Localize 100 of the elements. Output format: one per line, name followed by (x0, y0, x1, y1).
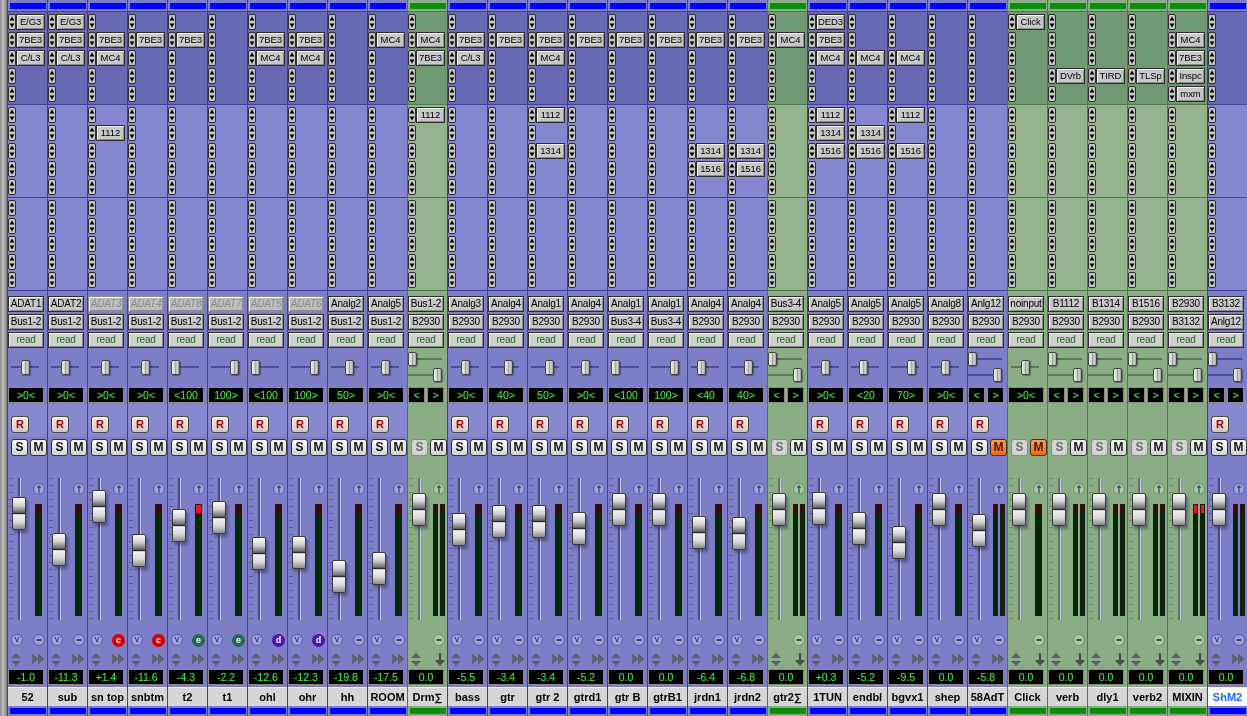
input-selector[interactable]: Analg3 (448, 296, 484, 312)
voice-selector[interactable]: v (1211, 634, 1223, 646)
pan-knob[interactable] (858, 359, 868, 375)
fader-knob[interactable] (852, 511, 866, 545)
output-selector[interactable]: Bus1-2 (8, 314, 44, 330)
pan-slider[interactable] (1168, 368, 1202, 382)
automation-mode-button[interactable]: read (88, 332, 124, 348)
output-selector[interactable]: Bus1-2 (88, 314, 124, 330)
down-arrow-icon[interactable] (1155, 653, 1165, 666)
input-selector[interactable]: Analg4 (688, 296, 724, 312)
fader-knob[interactable] (252, 536, 266, 570)
down-arrow-icon[interactable] (1075, 653, 1085, 666)
insert-button[interactable]: 7BE3 (816, 32, 845, 48)
mute-button[interactable]: M (190, 439, 207, 456)
pan-knob[interactable] (1113, 368, 1122, 382)
solo-button[interactable]: S (491, 439, 508, 456)
pan-knob[interactable] (251, 359, 260, 375)
insert-button[interactable]: MC4 (896, 50, 925, 66)
solo-button[interactable]: S (531, 439, 548, 456)
output-selector[interactable]: Anlg12 (1208, 314, 1244, 330)
insert-button[interactable]: 7BE3 (256, 32, 285, 48)
track-name[interactable]: gtr (488, 687, 527, 706)
record-button[interactable]: R (731, 416, 749, 433)
solo-button[interactable]: S (291, 439, 308, 456)
pan-slider[interactable] (968, 368, 1002, 382)
pan-knob[interactable] (545, 359, 555, 375)
insert-button[interactable]: Inspc (1176, 68, 1205, 84)
fader-knob[interactable] (172, 508, 186, 542)
track-name[interactable]: jrdn2 (728, 687, 767, 706)
input-selector[interactable]: Analg4 (488, 296, 524, 312)
voice-selector[interactable]: v (171, 634, 183, 646)
down-arrow-icon[interactable] (1115, 653, 1125, 666)
insert-button[interactable]: DVrb (1056, 68, 1085, 84)
insert-button[interactable]: 7BE3 (296, 32, 325, 48)
solo-button[interactable]: S (211, 439, 228, 456)
input-selector[interactable]: Analg5 (368, 296, 404, 312)
automation-mode-button[interactable]: read (48, 332, 84, 348)
voice-selector[interactable]: v (531, 634, 543, 646)
insert-button[interactable]: 7BE3 (96, 32, 125, 48)
fader-knob[interactable] (1052, 493, 1066, 527)
up-down-arrows-icon[interactable] (1091, 653, 1101, 666)
automation-mode-button[interactable]: read (1088, 332, 1124, 348)
pan-knob[interactable] (744, 359, 754, 375)
insert-button[interactable]: 7BE3 (496, 32, 525, 48)
track-name[interactable]: dly1 (1088, 687, 1127, 706)
voice-selector[interactable]: v (731, 634, 743, 646)
insert-button[interactable]: mxm (1176, 86, 1205, 102)
fader-knob[interactable] (452, 512, 466, 546)
fader-knob[interactable] (532, 505, 546, 539)
insert-button[interactable]: MC4 (96, 50, 125, 66)
insert-button[interactable]: 7BE3 (1176, 50, 1205, 66)
pan-knob[interactable] (611, 359, 620, 375)
mute-button[interactable]: M (310, 439, 327, 456)
solo-button[interactable]: S (1211, 439, 1228, 456)
track-name[interactable]: ohl (248, 687, 287, 706)
track-name[interactable]: ohr (288, 687, 327, 706)
fader-knob[interactable] (892, 526, 906, 559)
input-selector[interactable]: Analg5 (888, 296, 924, 312)
automation-mode-button[interactable]: read (368, 332, 404, 348)
automation-mode-button[interactable]: read (8, 332, 44, 348)
send-button[interactable]: 1112 (896, 107, 925, 123)
record-button[interactable]: R (211, 416, 229, 433)
track-name[interactable]: 1TUN (808, 687, 847, 706)
insert-button[interactable]: 7BE3 (136, 32, 165, 48)
output-selector[interactable]: B2930 (448, 314, 484, 330)
pan-slider[interactable] (408, 368, 442, 382)
record-button[interactable]: R (291, 416, 309, 433)
track-name[interactable]: bass (448, 687, 487, 706)
fader-knob[interactable] (1132, 493, 1146, 527)
fader-knob[interactable] (1092, 493, 1106, 527)
input-selector[interactable]: Analg2 (328, 296, 364, 312)
send-button[interactable]: 1112 (536, 107, 565, 123)
automation-mode-button[interactable]: read (208, 332, 244, 348)
track-name[interactable]: gtr B (608, 687, 647, 706)
insert-button[interactable]: MC4 (816, 50, 845, 66)
record-button[interactable]: R (51, 416, 69, 433)
automation-mode-button[interactable]: read (488, 332, 524, 348)
output-selector[interactable]: B2930 (768, 314, 804, 330)
pan-knob[interactable] (380, 359, 390, 375)
pan-knob[interactable] (1020, 359, 1030, 375)
fader-knob[interactable] (652, 493, 666, 527)
track-name[interactable]: gtrB1 (648, 687, 687, 706)
fader-knob[interactable] (812, 492, 826, 526)
solo-button[interactable]: S (971, 439, 988, 456)
insert-button[interactable]: 7BE3 (736, 32, 765, 48)
voice-selector[interactable]: v (691, 634, 703, 646)
output-selector[interactable]: B2930 (1048, 314, 1084, 330)
automation-mode-button[interactable]: read (968, 332, 1004, 348)
output-selector[interactable]: B2930 (968, 314, 1004, 330)
output-selector[interactable]: Bus1-2 (128, 314, 164, 330)
mute-button[interactable]: M (70, 439, 87, 456)
automation-mode-button[interactable]: read (168, 332, 204, 348)
solo-button[interactable]: S (371, 439, 388, 456)
mute-button[interactable]: M (1230, 439, 1247, 456)
pan-knob[interactable] (820, 359, 830, 375)
insert-button[interactable]: MC4 (376, 32, 405, 48)
pan-knob[interactable] (793, 368, 802, 382)
insert-button[interactable]: DED3 (816, 14, 845, 30)
fader-knob[interactable] (612, 493, 626, 527)
input-selector[interactable]: Analg4 (568, 296, 604, 312)
